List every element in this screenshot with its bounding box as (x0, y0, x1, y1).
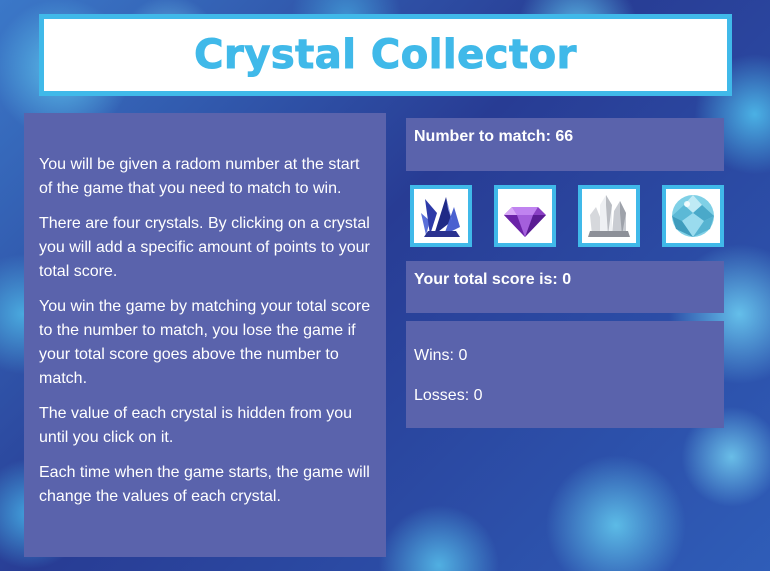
clear-quartz-icon (588, 195, 630, 237)
crystal-button-1[interactable] (410, 185, 472, 247)
instruction-paragraph: The value of each crystal is hidden from… (39, 405, 353, 446)
instruction-paragraph: There are four crystals. By clicking on … (39, 215, 370, 280)
wins-line: Wins: 0 (414, 346, 716, 366)
crystal-button-3[interactable] (578, 185, 640, 247)
score-value: 0 (562, 271, 572, 288)
wins-value: 0 (458, 347, 468, 364)
target-value: 66 (555, 128, 574, 145)
crystal-button-2[interactable] (494, 185, 556, 247)
game-title: Crystal Collector (194, 32, 577, 79)
target-number-panel: Number to match: 66 (406, 118, 724, 171)
crystal-row (410, 185, 724, 247)
wins-label: Wins: (414, 347, 459, 364)
losses-value: 0 (473, 387, 483, 404)
losses-label: Losses: (414, 387, 474, 404)
stats-panel: Wins: 0 Losses: 0 (406, 321, 724, 428)
instruction-paragraph: You win the game by matching your total … (39, 298, 371, 387)
blue-crystal-cluster-icon (421, 197, 460, 237)
total-score-panel: Your total score is: 0 (406, 261, 724, 313)
aqua-crystal-ball-icon (672, 195, 714, 237)
title-banner: Crystal Collector (39, 14, 732, 96)
purple-gem-icon (504, 207, 546, 237)
instruction-paragraph: You will be given a radom number at the … (39, 156, 360, 197)
instruction-paragraph: Each time when the game starts, the game… (39, 464, 370, 505)
instructions-panel: You will be given a radom number at the … (24, 113, 386, 557)
score-label: Your total score is: (414, 271, 563, 288)
target-label: Number to match: (414, 128, 556, 145)
crystal-button-4[interactable] (662, 185, 724, 247)
losses-line: Losses: 0 (414, 386, 716, 406)
